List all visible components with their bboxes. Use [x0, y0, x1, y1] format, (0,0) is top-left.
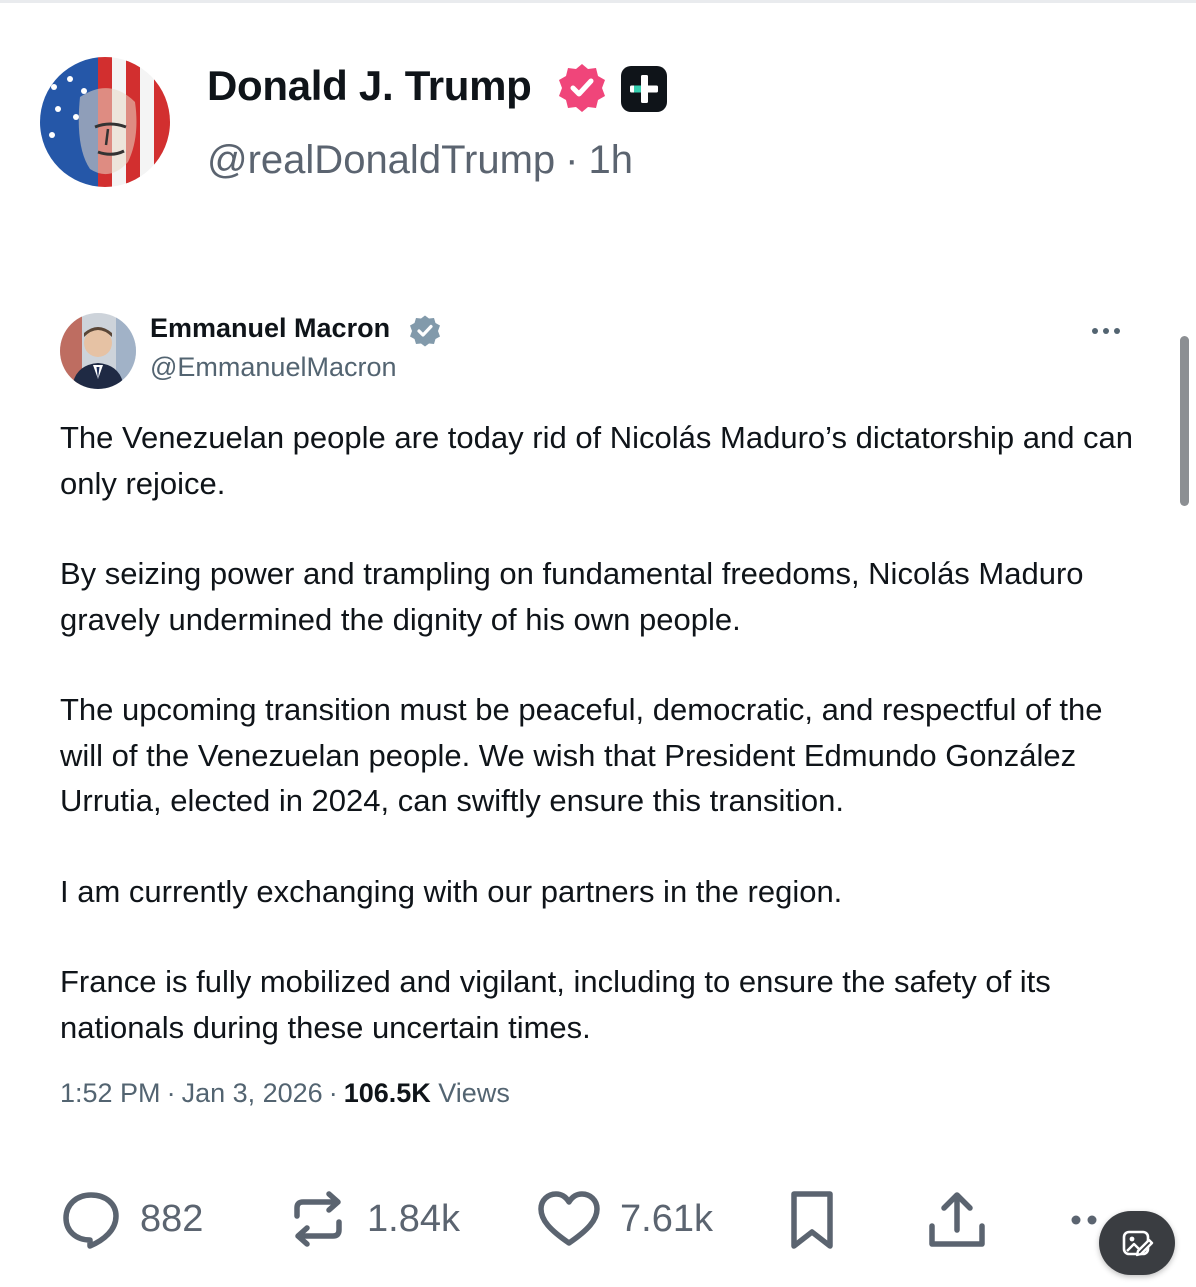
portrait-avatar-icon	[60, 313, 136, 389]
post-time[interactable]: 1h	[588, 138, 633, 182]
heart-icon	[538, 1191, 600, 1246]
top-divider	[0, 0, 1196, 3]
reply-count: 882	[140, 1197, 204, 1240]
separator-dot: ·	[166, 1078, 176, 1108]
quoted-author-handle[interactable]: @EmmanuelMacron	[150, 352, 397, 383]
bookmark-icon	[791, 1191, 833, 1249]
quoted-author-name[interactable]: Emmanuel Macron	[150, 313, 390, 344]
views-label[interactable]: Views	[438, 1078, 510, 1108]
share-button[interactable]	[926, 1188, 988, 1250]
quoted-author-avatar[interactable]	[60, 313, 136, 389]
author-avatar[interactable]	[40, 57, 170, 187]
separator-dot: ·	[565, 138, 579, 182]
reply-button[interactable]: 882	[60, 1188, 203, 1250]
author-handle[interactable]: @realDonaldTrump	[207, 138, 555, 182]
image-edit-icon	[1122, 1230, 1154, 1257]
author-name[interactable]: Donald J. Trump	[207, 62, 532, 110]
flag-portrait-avatar-icon	[40, 57, 170, 187]
like-button[interactable]: 7.61k	[536, 1188, 713, 1250]
bookmark-button[interactable]	[786, 1188, 838, 1250]
more-options-icon[interactable]	[1087, 315, 1127, 345]
quoted-tweet-text: The Venezuelan people are today rid of N…	[60, 415, 1150, 1095]
paragraph: The Venezuelan people are today rid of N…	[60, 420, 1134, 501]
paragraph: By seizing power and trampling on fundam…	[60, 556, 1084, 637]
scrollbar-thumb[interactable]	[1180, 336, 1189, 506]
tweet-time[interactable]: 1:52 PM	[60, 1078, 161, 1108]
image-edit-fab-button[interactable]	[1099, 1211, 1175, 1275]
repost-button[interactable]: 1.84k	[287, 1188, 460, 1250]
separator-dot: ·	[328, 1078, 338, 1108]
reply-icon	[63, 1192, 119, 1249]
paragraph: France is fully mobilized and vigilant, …	[60, 964, 1051, 1045]
paragraph: The upcoming transition must be peaceful…	[60, 692, 1103, 818]
quoted-tweet-meta: 1:52 PM · Jan 3, 2026 · 106.5K Views	[60, 1078, 510, 1109]
repost-icon	[294, 1191, 342, 1247]
tweet-date[interactable]: Jan 3, 2026	[182, 1078, 323, 1108]
views-count[interactable]: 106.5K	[344, 1078, 431, 1108]
like-count: 7.61k	[620, 1197, 713, 1240]
repost-count: 1.84k	[367, 1197, 460, 1240]
verified-gray-badge-icon	[410, 315, 440, 347]
paragraph: I am currently exchanging with our partn…	[60, 873, 843, 909]
verified-pink-badge-icon[interactable]	[556, 62, 608, 114]
author-handle-line: @realDonaldTrump · 1h	[207, 138, 633, 183]
share-icon	[929, 1192, 985, 1247]
plus-badge-icon[interactable]	[621, 66, 667, 112]
